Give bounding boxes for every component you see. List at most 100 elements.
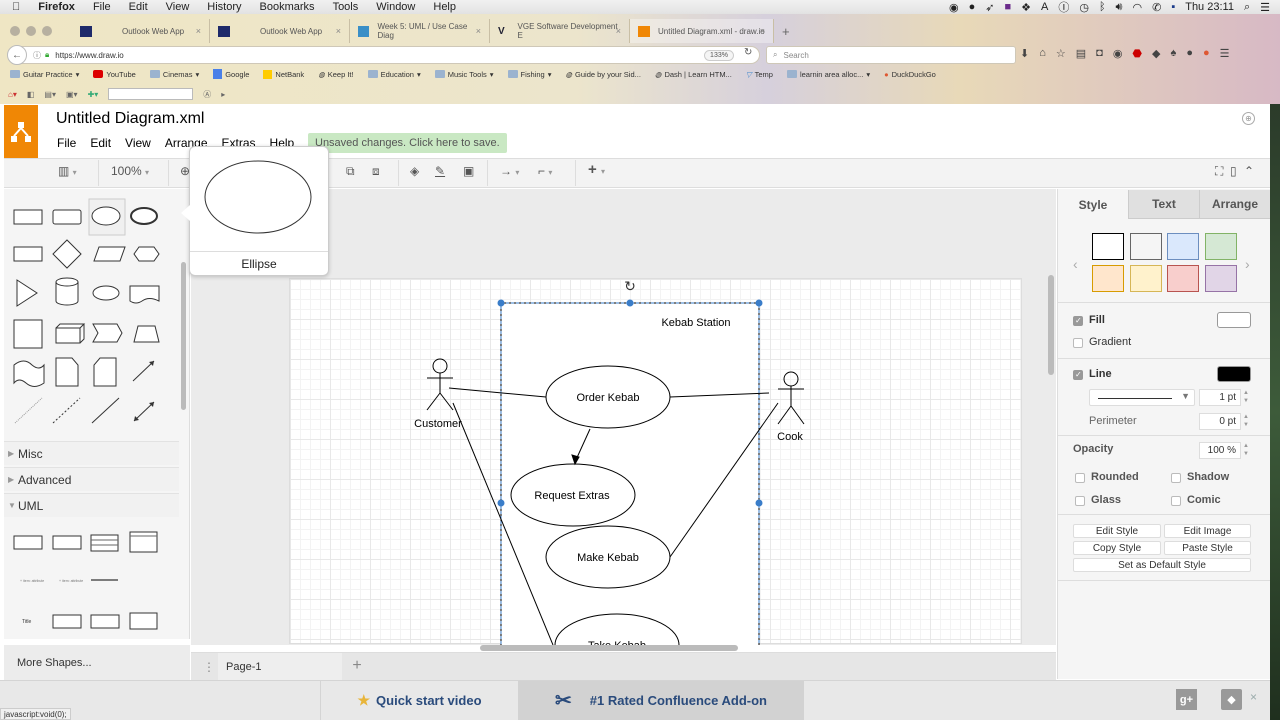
extension-icon[interactable]: ◉ [1113,47,1123,60]
line-color-button[interactable] [1217,366,1251,382]
zoom-dropdown[interactable]: 100% ▾ [111,164,149,178]
paste-style-button[interactable]: Paste Style [1164,541,1251,555]
bookmark-star-icon[interactable]: ☆ [1056,47,1066,60]
search-addon-icon[interactable]: Ⓐ [203,89,211,100]
to-front-icon[interactable]: ⧉ [346,164,355,179]
waypoints-icon[interactable]: ⌐ ▾ [538,164,552,178]
github-icon[interactable]: ◆ [1221,689,1242,710]
zoom-level-badge[interactable]: 133% [704,50,734,61]
browser-tab[interactable]: Week 5: UML / Use Case Diag × [350,19,490,43]
line-checkbox[interactable] [1073,370,1083,380]
rotate-handle-icon[interactable]: ↻ [624,278,636,294]
format-panel-toggle-icon[interactable]: ▥ ▾ [58,164,77,178]
fullscreen-icon[interactable]: ⛶ [1215,164,1223,179]
sidebar-section-uml[interactable]: ▼ UML [4,493,179,517]
fill-color-button[interactable] [1217,312,1251,328]
bookmark-folder[interactable]: Cinemas ▾ [149,70,199,79]
bookmark-link[interactable]: ◍ Keep It! [318,70,353,79]
bookmark-folder[interactable]: Music Tools ▾ [434,70,494,79]
line-width-spinner[interactable]: ▲ ▼ [1242,389,1250,406]
volume-icon[interactable]: 🔊︎ [1116,1,1123,14]
cursor-icon[interactable]: ➶ [985,1,994,14]
canvas-horizontal-scrollbar[interactable] [480,645,738,651]
menu-firefox[interactable]: Firefox [38,1,75,13]
color-swatch[interactable] [1092,233,1124,260]
copy-style-button[interactable]: Copy Style [1073,541,1161,555]
clock[interactable]: Thu 23:11 [1185,1,1234,13]
bookmark-link[interactable]: YouTube [93,70,136,79]
tab-style[interactable]: Style [1058,190,1128,219]
close-tab-icon[interactable]: × [196,26,201,36]
opacity-spinner[interactable]: ▲ ▼ [1242,442,1250,459]
confluence-addon-link[interactable]: ✂ #1 Rated Confluence Add-on [518,681,804,720]
line-pattern-select[interactable]: ▼ [1089,389,1195,406]
close-tab-icon[interactable]: × [616,26,621,36]
collapse-icon[interactable]: ⌃ [1244,164,1254,178]
shadow-icon[interactable]: ▣ [463,164,474,178]
time-machine-icon[interactable]: ◷ [1079,1,1089,14]
home-icon[interactable]: ⌂▾ [8,90,17,99]
more-shapes-button[interactable]: More Shapes... [4,645,190,680]
bookmark-link[interactable]: ◍ Guide by your Sid... [565,70,640,79]
url-bar[interactable]: ← ⓘ 🔒︎ https://www.draw.io [7,45,760,65]
toggle-panel-icon[interactable]: ▯ [1230,164,1237,178]
shadow-checkbox[interactable] [1171,473,1181,483]
to-back-icon[interactable]: ⧈ [372,164,380,179]
color-swatch[interactable] [1167,265,1199,292]
clipboard-icon[interactable]: ▣▾ [66,90,78,99]
url-text[interactable]: https://www.draw.io [55,51,123,60]
record-icon[interactable]: ◉ [949,1,959,14]
adblock-icon[interactable]: ⬣ [1132,47,1142,60]
extension-icon[interactable]: ♠ [1171,47,1177,60]
bluetooth-icon[interactable]: ᛒ [1099,1,1106,13]
menu-tools[interactable]: Tools [333,1,359,13]
menu-view[interactable]: View [166,1,190,13]
menu-edit[interactable]: Edit [90,136,111,150]
new-tab-button[interactable]: + [782,24,790,39]
browser-tab-active[interactable]: Untitled Diagram.xml - draw.io × [630,19,774,43]
phone-icon[interactable]: ✆ [1152,1,1161,14]
minimize-window-button[interactable] [26,26,36,36]
owl-icon[interactable]: ● [969,1,976,13]
zoom-window-button[interactable] [42,26,52,36]
search-input[interactable]: ⌕ Search [766,46,1016,64]
download-icon[interactable]: ⬇ [1020,47,1029,60]
pages-menu-icon[interactable]: ⋮ [200,656,218,678]
google-addon-icon[interactable]: ✚▾ [88,90,99,99]
close-footer-icon[interactable]: × [1250,690,1257,704]
info-icon[interactable]: ⓘ [33,50,41,61]
bookmark-link[interactable]: ● DuckDuckGo [884,70,936,79]
edit-style-button[interactable]: Edit Style [1073,524,1161,538]
bookmark-folder[interactable]: learnin area alloc... ▾ [786,70,870,79]
back-button[interactable]: ← [7,45,27,65]
color-swatch[interactable] [1204,265,1237,292]
close-tab-icon[interactable]: × [760,26,765,36]
gradient-checkbox[interactable] [1073,338,1083,348]
menu-help[interactable]: Help [433,1,456,13]
bookmark-folder[interactable]: Fishing ▾ [507,70,551,79]
perimeter-input[interactable]: 0 pt [1199,413,1241,430]
notification-center-icon[interactable]: ☰ [1260,1,1270,14]
language-globe-icon[interactable]: ⊕ [1242,112,1255,125]
pointer-addon-icon[interactable]: ▸ [221,90,225,99]
line-width-input[interactable]: 1 pt [1199,389,1241,406]
bookmark-folder[interactable]: Guitar Practice ▾ [10,70,79,79]
glass-checkbox[interactable] [1075,496,1085,506]
duckduckgo-icon[interactable]: ● [1203,47,1210,60]
canvas-vertical-scrollbar[interactable] [1048,275,1054,375]
google-plus-icon[interactable]: g+ [1176,689,1197,710]
drawio-logo[interactable] [4,105,38,158]
bookmark-link[interactable]: Google [213,69,249,79]
close-window-button[interactable] [10,26,20,36]
sidebar-section-misc[interactable]: ▶ Misc [4,441,179,465]
sidebar-scrollbar[interactable] [181,262,186,410]
color-swatch[interactable] [1129,233,1162,260]
window-controls[interactable] [10,26,52,36]
menu-history[interactable]: History [207,1,241,13]
menu-view[interactable]: View [125,136,151,150]
diagram-title[interactable]: Untitled Diagram.xml [56,110,204,128]
menu-edit[interactable]: Edit [129,1,148,13]
fill-color-icon[interactable]: ◈ [410,164,419,178]
page-tab[interactable]: Page-1 [218,653,342,680]
color-swatch[interactable] [1092,265,1124,292]
